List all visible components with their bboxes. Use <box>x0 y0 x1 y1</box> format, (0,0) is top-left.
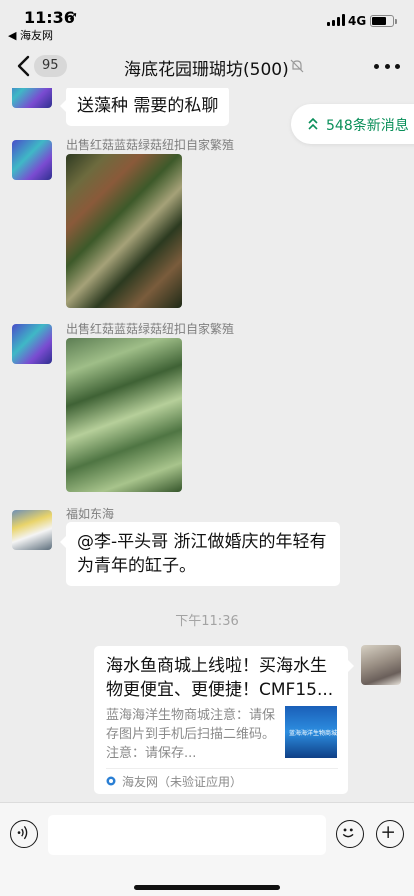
emoji-button[interactable] <box>336 820 364 848</box>
back-chevron-icon[interactable] <box>14 54 36 78</box>
avatar[interactable] <box>361 645 401 685</box>
voice-icon <box>17 825 28 840</box>
avatar[interactable] <box>12 88 52 108</box>
sender-name: 出售红菇蓝菇绿菇纽扣自家繁殖 <box>66 322 235 336</box>
battery-level <box>372 17 386 25</box>
message-bubble[interactable]: @李-平头哥 浙江做婚庆的年轻有为青年的缸子。 <box>60 522 340 586</box>
app-icon <box>106 776 116 786</box>
image-message[interactable] <box>66 338 182 492</box>
link-card-thumbnail-text: 蓝海海洋生物商城 <box>289 730 338 737</box>
chat-area[interactable]: 送藻种 需要的私聊 548条新消息 出售红菇蓝菇绿菇纽扣自家繁殖 出售红菇蓝菇绿… <box>0 88 414 802</box>
link-card-thumbnail: 蓝海海洋生物商城 <box>285 706 337 758</box>
message-bubble[interactable]: 送藻种 需要的私聊 <box>59 88 230 126</box>
status-bar: 11:36 ➚ ◀ 海友网 4G <box>0 0 414 44</box>
home-indicator <box>134 885 280 890</box>
message-input[interactable] <box>48 815 326 855</box>
signal-icon <box>327 14 345 26</box>
image-message[interactable] <box>66 154 182 308</box>
new-messages-button[interactable]: 548条新消息 <box>291 104 414 144</box>
time-divider: 下午11:36 <box>175 614 239 629</box>
plus-icon <box>382 826 394 838</box>
nav-bar: 95 海底花园珊瑚坊(500) <box>0 44 414 88</box>
link-card-title: 海水鱼商城上线啦！买海水生物更便宜、更便捷！CMF15... <box>106 656 334 700</box>
sender-name: 出售红菇蓝菇绿菇纽扣自家繁殖 <box>66 138 235 152</box>
link-card-source: 海友网（未验证应用） <box>122 775 243 789</box>
sender-name: 福如东海 <box>66 507 115 521</box>
location-arrow-icon: ➚ <box>68 9 79 23</box>
avatar[interactable] <box>12 140 52 180</box>
voice-button[interactable] <box>10 820 38 848</box>
chat-title[interactable]: 海底花园珊瑚坊(500) <box>124 55 289 80</box>
input-bar <box>0 802 414 896</box>
bell-slash-icon <box>290 59 304 73</box>
link-card-description: 蓝海海洋生物商城注意：请保存图片到手机后扫描二维码。注意：请保存... <box>106 708 276 761</box>
battery-icon <box>370 15 397 27</box>
divider <box>106 768 338 769</box>
double-chevron-up-icon <box>308 117 318 130</box>
back-to-app-link[interactable]: ◀ 海友网 <box>8 27 53 43</box>
avatar[interactable] <box>12 510 52 550</box>
avatar[interactable] <box>12 324 52 364</box>
more-options-icon[interactable] <box>374 59 400 73</box>
new-messages-label: 548条新消息 <box>326 118 409 134</box>
unread-count-badge[interactable]: 95 <box>34 55 67 77</box>
network-type: 4G <box>348 14 367 28</box>
plus-button[interactable] <box>376 820 404 848</box>
emoji-icon <box>342 828 354 838</box>
link-card[interactable]: 海水鱼商城上线啦！买海水生物更便宜、更便捷！CMF15... 蓝海海洋生物商城注… <box>94 646 354 794</box>
